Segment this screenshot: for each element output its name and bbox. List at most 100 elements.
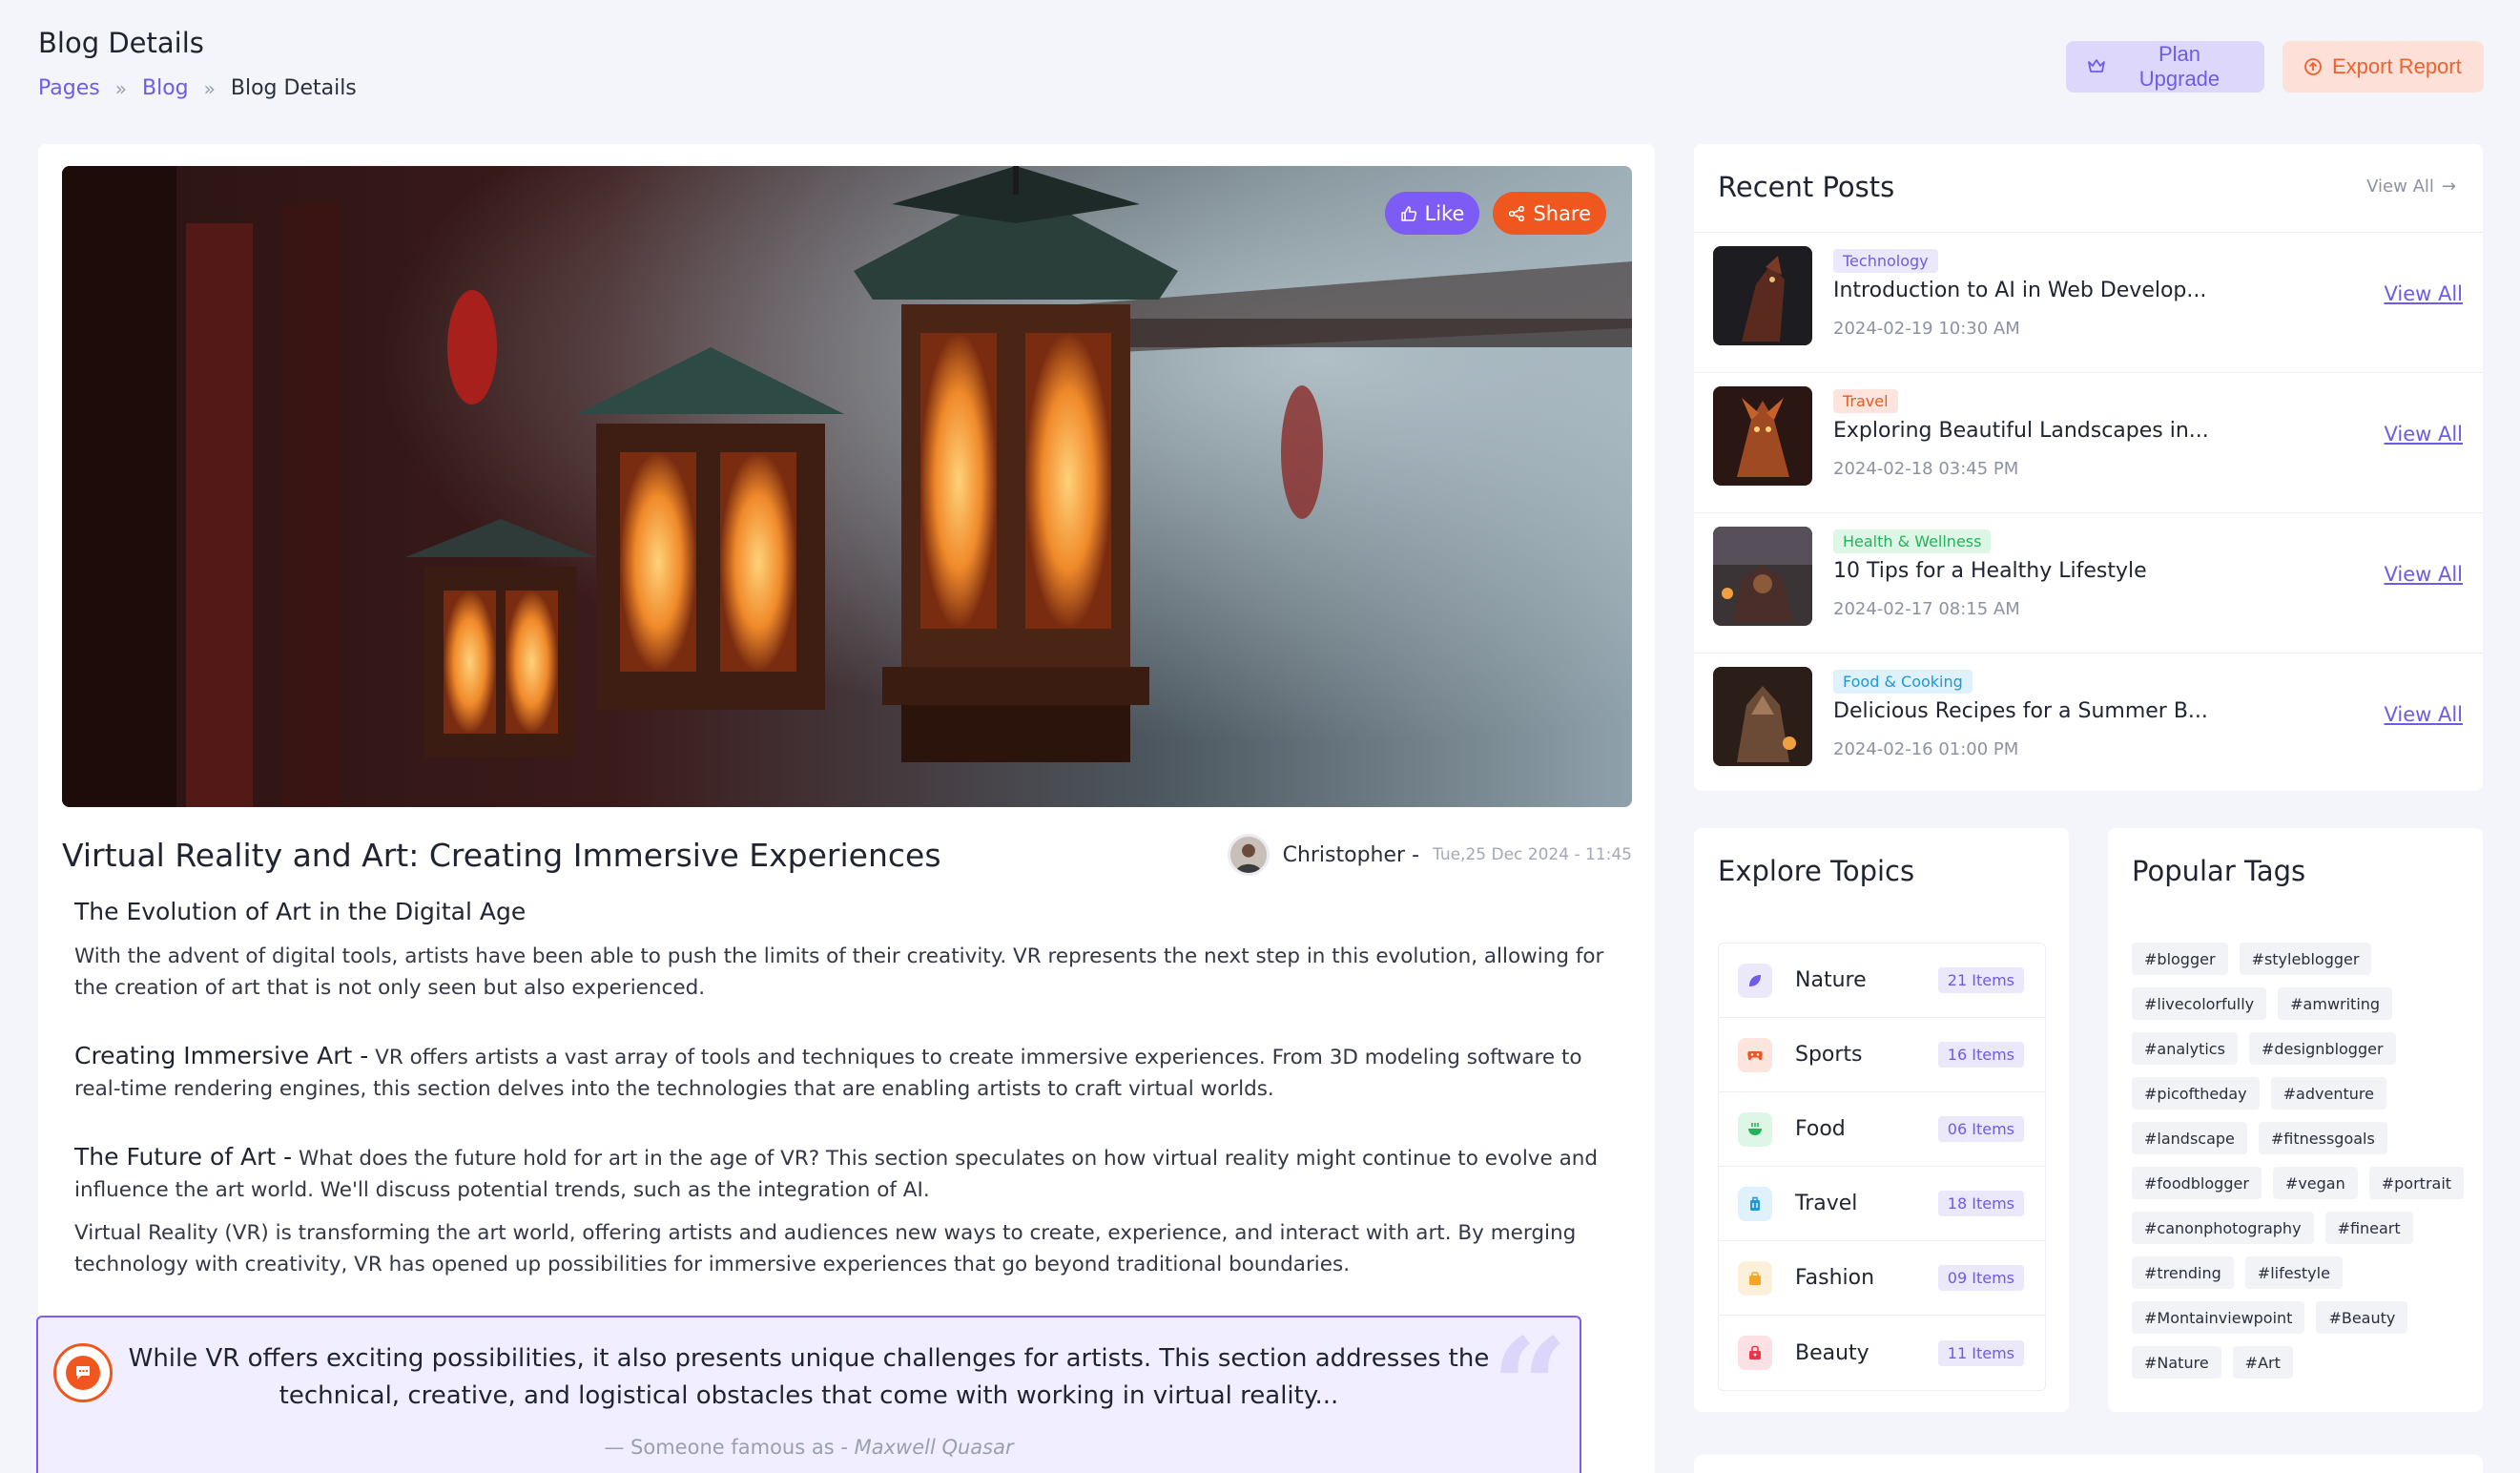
gamepad-icon (1747, 1050, 1763, 1060)
share-icon (1509, 205, 1525, 221)
recent-post-view-all-link[interactable]: View All (2384, 563, 2463, 586)
recent-post-badge: Travel (1833, 389, 1898, 413)
recent-post-item[interactable]: Health & Wellness 10 Tips for a Healthy … (1694, 513, 2483, 654)
topic-item-travel[interactable]: Travel 18 Items (1719, 1167, 2045, 1241)
tag-chip[interactable]: #styleblogger (2239, 943, 2372, 975)
luggage-icon (1750, 1196, 1760, 1211)
recent-post-item[interactable]: Travel Exploring Beautiful Landscapes in… (1694, 373, 2483, 513)
tag-chip[interactable]: #adventure (2270, 1077, 2386, 1110)
tag-chip[interactable]: #livecolorfully (2132, 987, 2267, 1020)
tag-chip[interactable]: #analytics (2132, 1032, 2238, 1065)
tag-chip[interactable]: #fitnessgoals (2258, 1122, 2387, 1154)
recent-post-thumbnail (1713, 386, 1812, 486)
tag-chip[interactable]: #Montainviewpoint (2132, 1301, 2305, 1334)
blockquote: “ While VR offers exciting possibilities… (36, 1316, 1581, 1473)
tag-chip[interactable]: #canonphotography (2132, 1212, 2314, 1244)
arrow-right-icon: → (2441, 176, 2456, 197)
plan-upgrade-button[interactable]: Plan Upgrade (2066, 41, 2264, 93)
chat-fab-button[interactable] (53, 1343, 113, 1402)
topic-name: Fashion (1795, 1266, 1875, 1290)
export-report-label: Export Report (2332, 54, 2462, 78)
tag-chip[interactable]: #portrait (2368, 1167, 2465, 1199)
tag-chip[interactable]: #Art (2232, 1346, 2293, 1379)
topic-icon-box (1738, 1186, 1772, 1221)
tag-chip[interactable]: #designblogger (2248, 1032, 2396, 1065)
tag-chip[interactable]: #fineart (2324, 1212, 2413, 1244)
topic-item-fashion[interactable]: Fashion 09 Items (1719, 1241, 2045, 1316)
section-paragraph: With the advent of digital tools, artist… (74, 944, 1604, 1000)
recent-post-view-all-link[interactable]: View All (2384, 703, 2463, 726)
tag-chip[interactable]: #landscape (2132, 1122, 2247, 1154)
recent-post-date: 2024-02-18 03:45 PM (1833, 459, 2019, 479)
breadcrumb: Pages » Blog » Blog Details (38, 76, 357, 100)
chat-icon (76, 1366, 90, 1380)
quote-attribution: — Someone famous as - Maxwell Quasar (38, 1436, 1580, 1459)
like-button[interactable]: Like (1384, 192, 1480, 235)
recent-post-view-all-link[interactable]: View All (2384, 423, 2463, 446)
food-icon (1748, 1122, 1762, 1135)
popular-tags-card: Popular Tags #blogger #styleblogger #liv… (2108, 828, 2483, 1412)
tag-chip[interactable]: #Beauty (2316, 1301, 2408, 1334)
author-name[interactable]: Christopher - (1283, 843, 1419, 867)
page-title: Blog Details (38, 27, 204, 59)
tag-chip[interactable]: #vegan (2272, 1167, 2358, 1199)
tag-chip[interactable]: #Nature (2132, 1346, 2221, 1379)
share-label: Share (1533, 201, 1591, 225)
recent-post-badge: Technology (1833, 249, 1938, 273)
recent-post-date: 2024-02-17 08:15 AM (1833, 599, 2020, 619)
tag-chip[interactable]: #trending (2132, 1256, 2234, 1289)
recent-post-badge: Food & Cooking (1833, 670, 1973, 694)
tag-chip[interactable]: #lifestyle (2244, 1256, 2343, 1289)
tag-chip[interactable]: #picoftheday (2132, 1077, 2260, 1110)
recent-posts-title: Recent Posts (1718, 171, 1895, 203)
quote-mark-icon: “ (1491, 1310, 1568, 1466)
topic-count-badge: 16 Items (1937, 1042, 2024, 1068)
recent-post-badge: Health & Wellness (1833, 529, 1992, 553)
recent-post-title[interactable]: Introduction to AI in Web Develop... (1833, 279, 2206, 302)
immersive-paragraph: Creating Immersive Art - VR offers artis… (74, 1040, 1631, 1105)
recent-post-title[interactable]: 10 Tips for a Healthy Lifestyle (1833, 559, 2147, 583)
tag-chip[interactable]: #amwriting (2278, 987, 2393, 1020)
recent-post-title[interactable]: Exploring Beautiful Landscapes in... (1833, 419, 2209, 443)
topic-icon-box (1738, 1037, 1772, 1072)
author-avatar (1227, 834, 1270, 876)
topics-list: Nature 21 Items Sports 16 Items Food 06 … (1718, 943, 2046, 1391)
topic-name: Beauty (1795, 1340, 1869, 1365)
quote-author: Maxwell Quasar (854, 1436, 1014, 1459)
recent-post-title[interactable]: Delicious Recipes for a Summer B... (1833, 699, 2208, 723)
next-card (1694, 1455, 2483, 1473)
share-button[interactable]: Share (1493, 192, 1606, 235)
recent-posts-view-all[interactable]: View All → (2366, 176, 2456, 197)
export-report-button[interactable]: Export Report (2282, 41, 2484, 93)
breadcrumb-pages[interactable]: Pages (38, 76, 100, 100)
topic-item-nature[interactable]: Nature 21 Items (1719, 944, 2045, 1018)
recent-posts-card: Recent Posts View All → Technology Intro… (1694, 144, 2483, 791)
chevron-double-right-icon: » (203, 76, 216, 100)
person-avatar-icon (1229, 837, 1267, 873)
lantern-scene-image (62, 166, 1632, 807)
topic-item-beauty[interactable]: Beauty 11 Items (1719, 1316, 2045, 1390)
recent-post-view-all-link[interactable]: View All (2384, 282, 2463, 305)
topic-item-food[interactable]: Food 06 Items (1719, 1092, 2045, 1167)
breadcrumb-current: Blog Details (230, 76, 357, 100)
tag-chip[interactable]: #blogger (2132, 943, 2228, 975)
recent-post-thumbnail (1713, 527, 1812, 626)
view-all-label: View All (2366, 176, 2434, 197)
post-body: The Evolution of Art in the Digital Age … (74, 898, 1631, 1280)
tag-chip[interactable]: #foodblogger (2132, 1167, 2262, 1199)
explore-topics-card: Explore Topics Nature 21 Items Sports 16… (1694, 828, 2069, 1412)
recent-post-item[interactable]: Technology Introduction to AI in Web Dev… (1694, 233, 2483, 373)
breadcrumb-blog[interactable]: Blog (142, 76, 189, 100)
post-title: Virtual Reality and Art: Creating Immers… (62, 837, 941, 874)
future-text: What does the future hold for art in the… (74, 1147, 1599, 1202)
topic-icon-box (1738, 963, 1772, 998)
cloud-upload-icon (2304, 58, 2322, 75)
recent-post-item[interactable]: Food & Cooking Delicious Recipes for a S… (1694, 654, 2483, 794)
quote-prefix: — Someone famous as - (604, 1436, 848, 1459)
popular-tags-title: Popular Tags (2132, 855, 2306, 887)
tag-list: #blogger #styleblogger #livecolorfully #… (2132, 943, 2466, 1379)
topic-item-sports[interactable]: Sports 16 Items (1719, 1018, 2045, 1092)
plan-upgrade-label: Plan Upgrade (2138, 42, 2220, 91)
bag-icon (1749, 1271, 1761, 1285)
topic-name: Nature (1795, 968, 1867, 992)
